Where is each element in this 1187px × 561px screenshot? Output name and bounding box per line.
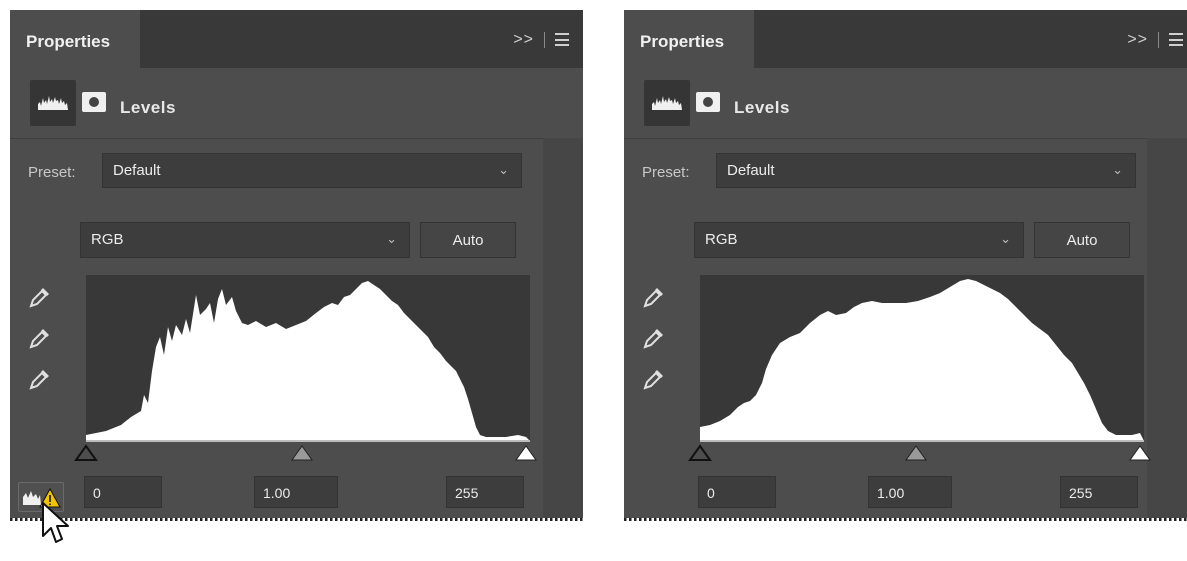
eyedropper-tools [642,285,666,408]
black-point-slider[interactable] [74,444,98,462]
chevron-down-icon: ⌄ [386,231,397,246]
white-point-input[interactable]: 255 [1060,476,1138,508]
divider [544,31,545,48]
collapse-icon[interactable]: >> [513,31,534,48]
chevron-down-icon: ⌄ [1000,231,1011,246]
preset-dropdown[interactable]: Default ⌄ [102,153,522,188]
tab-properties[interactable]: Properties [10,10,140,68]
panel-menu[interactable]: >> [513,31,569,49]
panel-tab-bar: Properties >> [624,10,1187,68]
mask-icon[interactable] [696,92,720,112]
panel-menu-icon[interactable] [1169,33,1183,47]
adjustment-title: Levels [734,98,790,117]
gray-point-eyedropper-icon[interactable] [642,326,666,350]
preset-value: Default [113,162,161,179]
black-point-eyedropper-icon[interactable] [28,285,52,309]
scrollbar-track[interactable] [1147,138,1187,518]
adjustment-title: Levels [120,98,176,117]
mask-icon[interactable] [82,92,106,112]
panel-menu-icon[interactable] [555,33,569,47]
eyedropper-tools [28,285,52,408]
histogram-graph [86,281,530,441]
gamma-slider[interactable] [290,444,314,462]
black-point-input[interactable]: 0 [698,476,776,508]
channel-value: RGB [705,231,738,248]
panel-bottom-edge [10,518,583,521]
tab-properties[interactable]: Properties [624,10,754,68]
histogram [700,275,1144,441]
panel-menu[interactable]: >> [1127,31,1183,49]
mouse-pointer-icon [42,502,69,543]
histogram-icon[interactable] [30,80,76,126]
preset-dropdown[interactable]: Default ⌄ [716,153,1136,188]
panel-bottom-edge [624,518,1187,521]
properties-panel-left: Properties >> Levels Preset: Default ⌄ R… [10,10,583,518]
white-point-slider[interactable] [1128,444,1152,462]
scrollbar-track[interactable] [543,138,583,518]
collapse-icon[interactable]: >> [1127,31,1148,48]
preset-value: Default [727,162,775,179]
auto-button[interactable]: Auto [420,222,516,258]
histogram [86,275,530,441]
input-levels-slider-track[interactable] [700,440,1144,442]
histogram-icon[interactable] [644,80,690,126]
white-point-eyedropper-icon[interactable] [642,367,666,391]
histogram-graph [700,279,1144,441]
adjustment-header: Levels [10,68,583,139]
channel-value: RGB [91,231,124,248]
panel-tab-bar: Properties >> [10,10,583,68]
properties-panel-right: Properties >> Levels Preset: Default ⌄ R… [624,10,1187,518]
preset-label: Preset: [28,164,76,181]
divider [1158,31,1159,48]
gamma-input[interactable]: 1.00 [254,476,338,508]
auto-button[interactable]: Auto [1034,222,1130,258]
input-levels-slider-track[interactable] [86,440,530,442]
gamma-input[interactable]: 1.00 [868,476,952,508]
channel-dropdown[interactable]: RGB ⌄ [694,222,1024,258]
preset-label: Preset: [642,164,690,181]
gray-point-eyedropper-icon[interactable] [28,326,52,350]
gamma-slider[interactable] [904,444,928,462]
white-point-slider[interactable] [514,444,538,462]
white-point-eyedropper-icon[interactable] [28,367,52,391]
channel-dropdown[interactable]: RGB ⌄ [80,222,410,258]
black-point-input[interactable]: 0 [84,476,162,508]
chevron-down-icon: ⌄ [1112,162,1123,177]
chevron-down-icon: ⌄ [498,162,509,177]
black-point-slider[interactable] [688,444,712,462]
adjustment-header: Levels [624,68,1187,139]
black-point-eyedropper-icon[interactable] [642,285,666,309]
white-point-input[interactable]: 255 [446,476,524,508]
